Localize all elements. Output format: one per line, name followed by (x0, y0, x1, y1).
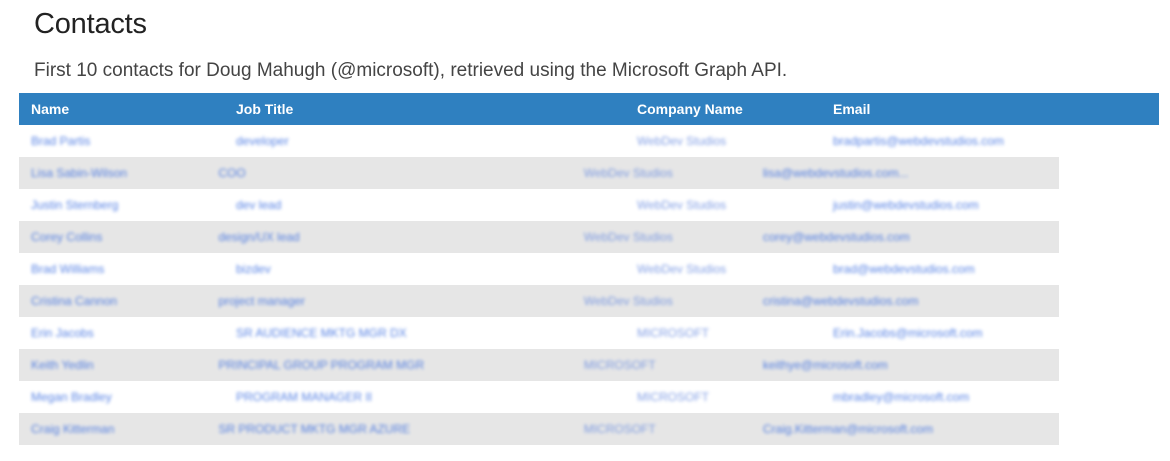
cell-company-name[interactable]: WebDev Studios (625, 134, 821, 148)
column-header-name: Name (31, 101, 70, 117)
table-row: Keith Yedlin PRINCIPAL GROUP PROGRAM MGR M… (19, 349, 1059, 381)
cell-name[interactable]: Keith Yedlin (19, 358, 206, 372)
cell-name[interactable]: Megan Bradley (19, 390, 224, 404)
cell-name[interactable]: Cristina Cannon (19, 294, 206, 308)
table-row: Brad Partis developer WebDev Studios bradpa… (19, 125, 1159, 157)
table-row: Erin Jacobs SR AUDIENCE MKTG MGR DX MICROS… (19, 317, 1159, 349)
cell-job-title[interactable]: PROGRAM MANAGER II (224, 390, 625, 404)
cell-company-name[interactable]: MICROSOFT (572, 422, 751, 436)
cell-job-title[interactable]: COO (206, 166, 571, 180)
cell-email[interactable]: cristina@webdevstudios.com (751, 294, 1059, 308)
cell-job-title[interactable]: SR AUDIENCE MKTG MGR DX (224, 326, 625, 340)
table-row: Brad Williams bizdev WebDev Studios brad@we… (19, 253, 1159, 285)
cell-company-name[interactable]: WebDev Studios (572, 166, 751, 180)
cell-name[interactable]: Justin Sternberg (19, 198, 224, 212)
column-header-job-title: Job Title (236, 101, 294, 117)
cell-email[interactable]: Erin.Jacobs@microsoft.com (821, 326, 1159, 340)
column-header-email: Email (833, 101, 871, 117)
cell-company-name[interactable]: MICROSOFT (572, 358, 751, 372)
cell-company-name[interactable]: WebDev Studios (572, 230, 751, 244)
cell-email[interactable]: Craig.Kitterman@microsoft.com (751, 422, 1059, 436)
cell-name[interactable]: Corey Collins (19, 230, 206, 244)
table-row: Corey Collins design/UX lead WebDev Studio… (19, 221, 1059, 253)
table-header: Name Job Title Company Name Email (19, 93, 1159, 125)
table-body: Brad Partis developer WebDev Studios bradpa… (19, 125, 1159, 445)
cell-job-title[interactable]: PRINCIPAL GROUP PROGRAM MGR (206, 358, 571, 372)
page-title: Contacts (34, 8, 147, 40)
cell-name[interactable]: Craig Kitterman (19, 422, 206, 436)
cell-email[interactable]: lisa@webdevstudios.com... (751, 166, 1059, 180)
table-row: Megan Bradley PROGRAM MANAGER II MICROSOFT… (19, 381, 1159, 413)
cell-company-name[interactable]: WebDev Studios (625, 198, 821, 212)
table-row: Craig Kitterman SR PRODUCT MKTG MGR AZURE… (19, 413, 1059, 445)
column-header-company-name: Company Name (637, 101, 743, 117)
cell-name[interactable]: Brad Partis (19, 134, 224, 148)
page-subtitle: First 10 contacts for Doug Mahugh (@micr… (34, 60, 788, 81)
cell-name[interactable]: Erin Jacobs (19, 326, 224, 340)
cell-job-title[interactable]: developer (224, 134, 625, 148)
cell-job-title[interactable]: SR PRODUCT MKTG MGR AZURE (206, 422, 571, 436)
table-row: Lisa Sabin-Wilson COO WebDev Studios lisa@w… (19, 157, 1059, 189)
cell-email[interactable]: bradpartis@webdevstudios.com (821, 134, 1159, 148)
cell-job-title[interactable]: design/UX lead (206, 230, 571, 244)
cell-email[interactable]: brad@webdevstudios.com (821, 262, 1159, 276)
table-row: Cristina Cannon project manager WebDev Stu… (19, 285, 1059, 317)
table-row: Justin Sternberg dev lead WebDev Studios ju… (19, 189, 1159, 221)
cell-name[interactable]: Lisa Sabin-Wilson (19, 166, 206, 180)
cell-job-title[interactable]: project manager (206, 294, 571, 308)
cell-email[interactable]: justin@webdevstudios.com (821, 198, 1159, 212)
cell-company-name[interactable]: WebDev Studios (625, 262, 821, 276)
contacts-table: Name Job Title Company Name Email Brad P… (19, 93, 1159, 445)
cell-company-name[interactable]: MICROSOFT (625, 390, 821, 404)
cell-email[interactable]: corey@webdevstudios.com (751, 230, 1059, 244)
cell-job-title[interactable]: dev lead (224, 198, 625, 212)
cell-job-title[interactable]: bizdev (224, 262, 625, 276)
cell-email[interactable]: mbradley@microsoft.com (821, 390, 1159, 404)
cell-email[interactable]: keithye@microsoft.com (751, 358, 1059, 372)
cell-name[interactable]: Brad Williams (19, 262, 224, 276)
cell-company-name[interactable]: WebDev Studios (572, 294, 751, 308)
cell-company-name[interactable]: MICROSOFT (625, 326, 821, 340)
